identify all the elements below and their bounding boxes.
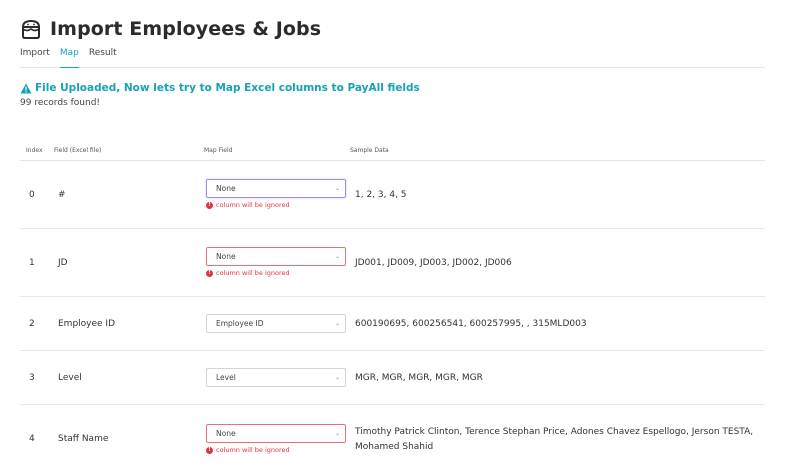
map-field-select[interactable]: Employee ID ⌄ (206, 314, 346, 333)
chevron-down-icon: ⌄ (334, 320, 340, 327)
row-index: 2 (29, 319, 35, 329)
map-field-value: Employee ID (216, 319, 264, 328)
row-sample-data: 1, 2, 3, 4, 5 (355, 190, 407, 200)
column-ignored-warning: ! column will be ignored (206, 446, 290, 454)
tab-map[interactable]: Map (59, 48, 79, 68)
chevron-down-icon: ⌄ (334, 253, 340, 260)
table-row: 2 Employee ID Employee ID ⌄ 600190695, 6… (20, 297, 765, 351)
exclamation-circle-icon: ! (206, 446, 213, 454)
warning-text: column will be ignored (216, 269, 290, 277)
column-header-map-field: Map Field (204, 147, 233, 154)
tab-import[interactable]: Import (20, 48, 50, 68)
row-sample-data: MGR, MGR, MGR, MGR, MGR (355, 373, 483, 383)
row-sample-data: 600190695, 600256541, 600257995, , 315ML… (355, 319, 587, 329)
page-header: Import Employees & Jobs (20, 18, 321, 40)
column-header-index: Index (26, 147, 43, 154)
map-field-select[interactable]: None ⌄ (206, 247, 346, 266)
row-index: 3 (29, 373, 35, 383)
tab-result[interactable]: Result (89, 48, 117, 68)
row-index: 1 (29, 258, 35, 268)
row-field-name: JD (58, 258, 68, 268)
table-row: 3 Level Level ⌄ MGR, MGR, MGR, MGR, MGR (20, 351, 765, 405)
map-field-select[interactable]: None ⌄ (206, 179, 346, 198)
alert-message: File Uploaded, Now lets try to Map Excel… (35, 82, 420, 94)
map-field-value: None (216, 252, 236, 261)
records-count: 99 records found! (20, 98, 101, 108)
map-field-select[interactable]: None ⌄ (206, 424, 346, 443)
map-field-value: None (216, 429, 236, 438)
row-index: 4 (29, 434, 35, 444)
column-header-field: Field (Excel file) (54, 147, 102, 154)
table-row: 0 # None ⌄ ! column will be ignored 1, 2… (20, 161, 765, 229)
map-field-value: None (216, 184, 236, 193)
tab-bar: Import Map Result (20, 48, 765, 68)
row-sample-data: JD001, JD009, JD003, JD002, JD006 (355, 258, 512, 268)
exclamation-circle-icon: ! (206, 269, 213, 277)
map-field-value: Level (216, 373, 236, 382)
page-title: Import Employees & Jobs (50, 18, 322, 40)
row-field-name: Level (58, 373, 82, 383)
cake-icon (21, 19, 41, 39)
table-row: 1 JD None ⌄ ! column will be ignored JD0… (20, 229, 765, 297)
exclamation-circle-icon: ! (206, 201, 213, 209)
row-index: 0 (29, 190, 35, 200)
row-sample-data: Timothy Patrick Clinton, Terence Stephan… (355, 427, 754, 452)
row-field-name: Staff Name (58, 434, 109, 444)
upload-alert: File Uploaded, Now lets try to Map Excel… (20, 82, 420, 94)
chevron-down-icon: ⌄ (334, 430, 340, 437)
table-row: 4 Staff Name None ⌄ ! column will be ign… (20, 405, 765, 474)
map-field-select[interactable]: Level ⌄ (206, 368, 346, 387)
warning-icon (20, 83, 32, 93)
row-field-name: Employee ID (58, 319, 116, 329)
warning-text: column will be ignored (216, 201, 290, 209)
chevron-down-icon: ⌄ (334, 185, 340, 192)
chevron-down-icon: ⌄ (334, 374, 340, 381)
column-ignored-warning: ! column will be ignored (206, 269, 290, 277)
row-field-name: # (58, 190, 66, 200)
warning-text: column will be ignored (216, 446, 290, 454)
column-ignored-warning: ! column will be ignored (206, 201, 290, 209)
column-header-sample-data: Sample Data (350, 147, 389, 154)
table-header: Index Field (Excel file) Map Field Sampl… (20, 140, 765, 161)
